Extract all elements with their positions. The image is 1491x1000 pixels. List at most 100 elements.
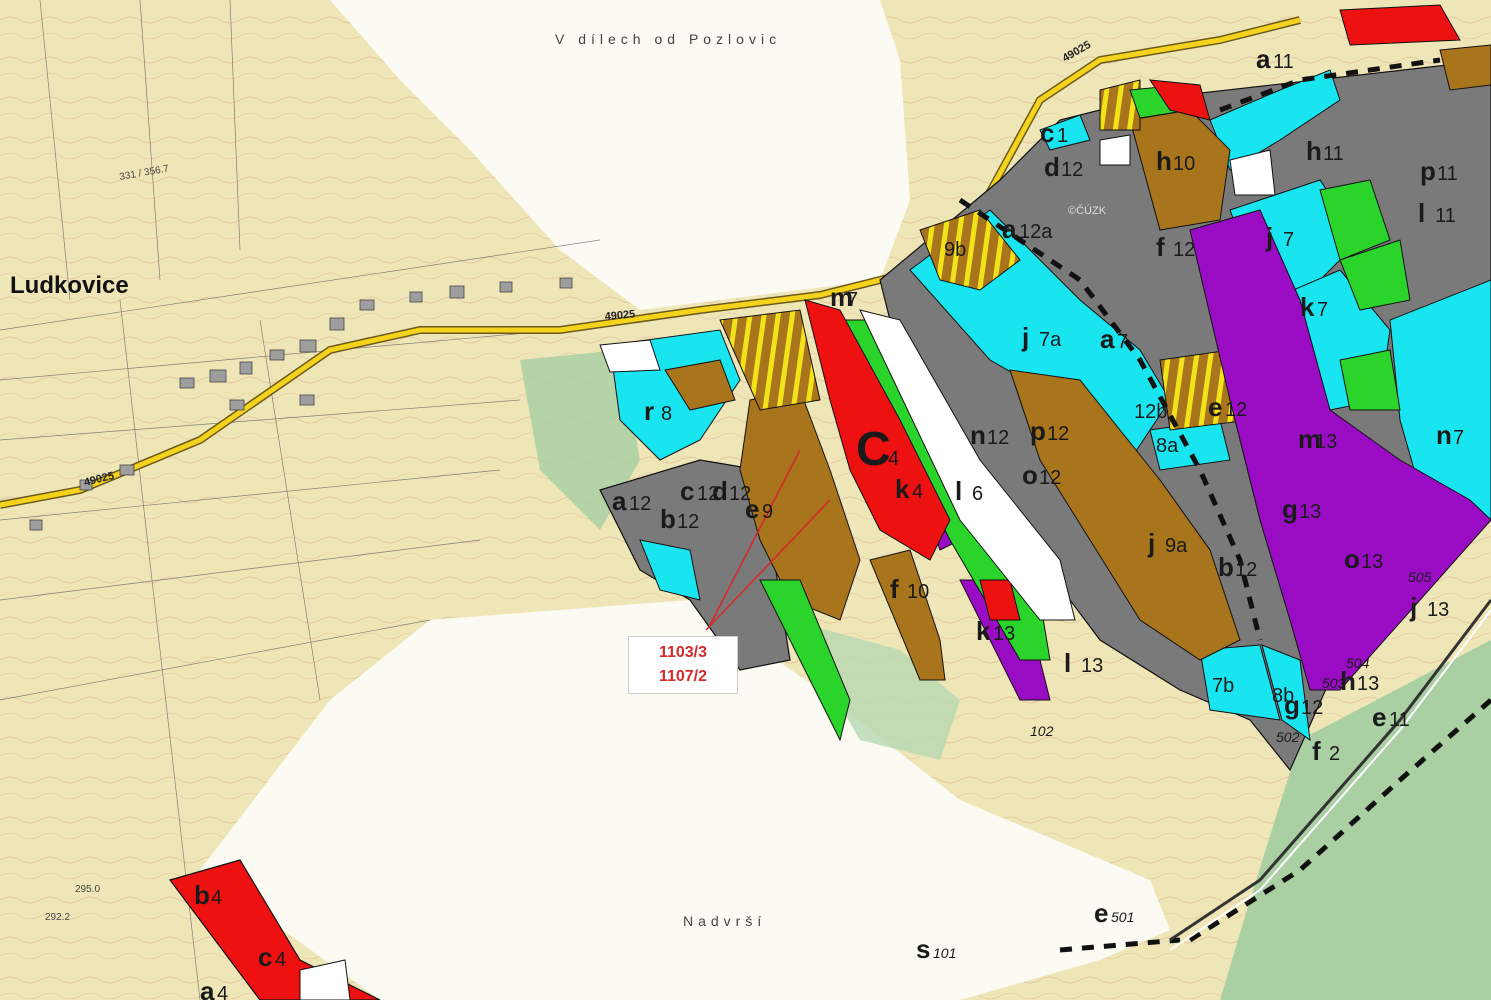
parcel-number-22: 7 — [1317, 299, 1328, 321]
parcel-number-24: 12 — [1173, 239, 1195, 261]
parcel-number-47: 9b — [944, 239, 966, 261]
parcel-number-35: 10 — [907, 581, 929, 603]
parcel-number-8: 7 — [847, 289, 858, 311]
parcel-letter-44: s — [916, 934, 930, 964]
parcel-letter-20: n — [1436, 420, 1452, 450]
parcel-number-11: 12 — [1039, 467, 1061, 489]
parcel-letter-32: a — [1256, 44, 1271, 74]
parcel-number-1: 12 — [677, 511, 699, 533]
parcel-letter-43: a — [200, 976, 215, 1000]
parcel-number-29: 11 — [1437, 163, 1458, 185]
parcel-letter-10: p — [1030, 416, 1046, 446]
field-name-top: V dílech od Pozlovic — [555, 31, 781, 47]
parcel-number-37: 13 — [1357, 673, 1379, 695]
parcel-letter-5: r — [644, 396, 654, 426]
parcel-number-18: 13 — [1299, 501, 1321, 523]
parcel-letter-6: C — [856, 423, 891, 476]
parcel-number-49: 12b — [1134, 401, 1167, 423]
parcel-callout: 1103/3 1107/2 — [628, 636, 738, 694]
parcel-number-34: 13 — [1081, 655, 1103, 677]
parcel-letter-22: k — [1300, 292, 1315, 322]
spot-height-2: 295.0 — [75, 884, 100, 895]
parcel-letter-7: k — [895, 474, 910, 504]
parcel-number-52: 502 — [1276, 729, 1300, 745]
parcel-letter-29: p — [1420, 156, 1436, 186]
parcel-green-5c — [1339, 349, 1401, 411]
parcel-number-54: 504 — [1346, 655, 1370, 671]
place-name-ludkovice: Ludkovice — [10, 272, 129, 299]
parcel-number-14: 12 — [1235, 559, 1257, 581]
parcel-number-48: 8a — [1156, 435, 1179, 457]
parcel-letter-14: b — [1218, 552, 1234, 582]
parcel-letter-38: e — [1372, 702, 1386, 732]
parcel-letter-1: b — [660, 504, 676, 534]
parcel-number-50: 7b — [1212, 675, 1234, 697]
parcel-letter-25: a — [1002, 214, 1017, 244]
parcel-number-36: 13 — [1427, 599, 1449, 621]
parcel-number-17: 12 — [1225, 399, 1247, 421]
parcel-letter-16: j — [1021, 322, 1029, 352]
parcel-letter-36: j — [1409, 592, 1417, 622]
parcel-number-16: 7a — [1039, 329, 1062, 351]
parcel-number-41: 4 — [211, 887, 222, 909]
parcel-number-26: 12 — [1061, 159, 1083, 181]
parcel-letter-13: j — [1147, 528, 1155, 558]
parcel-number-38: 11 — [1389, 709, 1410, 731]
parcel-letter-28: h — [1306, 136, 1322, 166]
spot-height-3: 292.2 — [45, 912, 70, 923]
parcel-letter-30: l — [1418, 198, 1425, 228]
parcel-number-39: 12 — [1301, 697, 1323, 719]
parcel-number-43: 4 — [217, 983, 228, 1000]
parcel-number-30: 11 — [1435, 205, 1456, 227]
parcel-number-15: 7 — [1117, 331, 1128, 353]
parcel-letter-45: e — [1094, 898, 1108, 928]
parcel-letter-15: a — [1100, 324, 1115, 354]
parcel-letter-23: j — [1265, 222, 1273, 252]
parcel-letter-2: c — [680, 476, 694, 506]
parcel-letter-26: d — [1044, 152, 1060, 182]
parcel-number-32: 11 — [1273, 51, 1294, 73]
parcel-letter-9: n — [970, 420, 986, 450]
parcel-number-4: 9 — [762, 501, 773, 523]
parcel-number-7: 4 — [912, 481, 923, 503]
parcel-number-0: 12 — [629, 493, 651, 515]
field-name-bottom: Nadvrší — [683, 913, 766, 929]
parcel-number-19: 13 — [1315, 431, 1337, 453]
parcel-number-45: 501 — [1111, 909, 1134, 925]
parcel-number-13: 9a — [1165, 535, 1188, 557]
parcel-letter-33: k — [976, 616, 991, 646]
parcel-number-42: 4 — [275, 949, 286, 971]
parcel-number-12: 6 — [972, 483, 983, 505]
parcel-number-33: 13 — [993, 623, 1015, 645]
parcel-letter-31: c — [1040, 118, 1054, 148]
parcel-letter-17: e — [1208, 392, 1222, 422]
parcel-letter-0: a — [612, 486, 627, 516]
parcel-letter-41: b — [194, 880, 210, 910]
parcel-letter-4: e — [745, 494, 759, 524]
parcel-number-5: 8 — [661, 403, 672, 425]
callout-parcel-2: 1107/2 — [658, 668, 708, 685]
parcel-number-27: 10 — [1173, 153, 1195, 175]
parcel-letter-3: d — [712, 476, 728, 506]
parcel-letter-42: c — [258, 942, 272, 972]
callout-parcel-1: 1103/3 — [658, 644, 708, 661]
parcel-number-28: 11 — [1323, 143, 1344, 165]
parcel-number-40: 2 — [1329, 743, 1340, 765]
parcel-letter-35: f — [890, 574, 899, 604]
parcel-number-25: 12a — [1019, 221, 1053, 243]
parcel-number-20: 7 — [1453, 427, 1464, 449]
parcel-number-9: 12 — [987, 427, 1009, 449]
parcel-number-55: 505 — [1408, 569, 1432, 585]
parcel-number-10: 12 — [1047, 423, 1069, 445]
parcel-white-0-top — [1099, 134, 1131, 166]
parcel-letter-18: g — [1282, 494, 1298, 524]
cadastral-map: 49025 49025 49025 Ludkovice V dílech od … — [0, 0, 1491, 1000]
parcel-number-46: 102 — [1030, 723, 1054, 739]
parcel-letter-27: h — [1156, 146, 1172, 176]
watermark-cuzk: ©ČÚZK — [1068, 204, 1107, 217]
parcel-letter-34: l — [1064, 648, 1071, 678]
parcel-number-53: 503 — [1322, 675, 1346, 691]
parcel-letter-21: o — [1344, 544, 1360, 574]
parcel-letter-40: f — [1312, 736, 1321, 766]
parcel-number-21: 13 — [1361, 551, 1383, 573]
